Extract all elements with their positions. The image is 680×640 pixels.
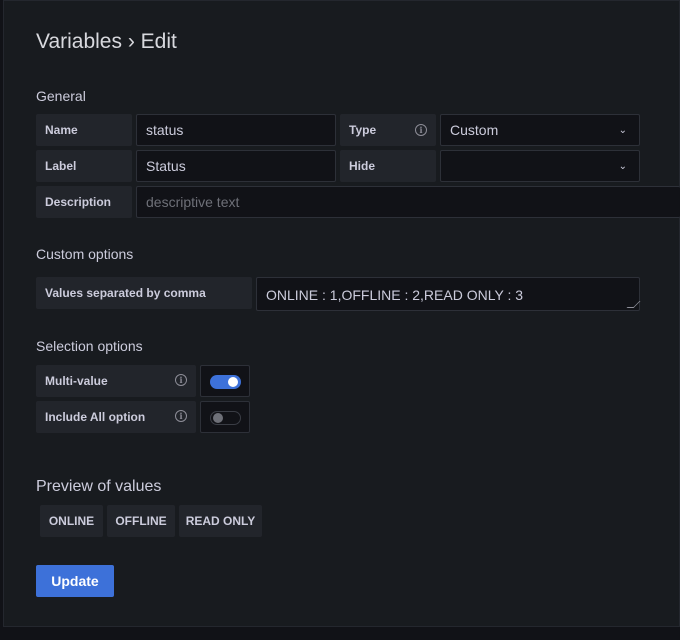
- chevron-down-icon: ⌄: [618, 124, 627, 136]
- values-label: Values separated by comma: [36, 277, 252, 309]
- type-select-value: Custom: [450, 122, 499, 138]
- variable-edit-panel: [3, 0, 680, 627]
- preview-chip: ONLINE: [40, 505, 103, 537]
- label-input[interactable]: Status: [136, 150, 336, 182]
- name-label: Name: [36, 114, 132, 146]
- include-all-toggle[interactable]: [210, 411, 241, 425]
- general-section-title: General: [36, 88, 86, 104]
- multi-value-label-text: Multi-value: [45, 374, 108, 388]
- toggle-knob: [228, 377, 238, 387]
- update-button[interactable]: Update: [36, 565, 114, 597]
- description-label: Description: [36, 186, 132, 218]
- type-select[interactable]: Custom ⌄: [440, 114, 640, 146]
- include-all-toggle-wrap: [200, 401, 250, 433]
- multi-value-label: Multi-value: [36, 365, 196, 397]
- resize-handle-icon[interactable]: [626, 301, 641, 308]
- info-circle-icon[interactable]: i: [415, 124, 427, 136]
- preview-chip: READ ONLY: [179, 505, 262, 537]
- multi-value-toggle[interactable]: [210, 375, 241, 389]
- multi-value-toggle-wrap: [200, 365, 250, 397]
- chevron-down-icon: ⌄: [618, 160, 627, 172]
- info-circle-icon[interactable]: i: [175, 374, 187, 386]
- values-text: ONLINE : 1,OFFLINE : 2,READ ONLY : 3: [266, 287, 524, 303]
- include-all-label-text: Include All option: [45, 410, 146, 424]
- custom-options-section-title: Custom options: [36, 246, 134, 262]
- toggle-knob: [213, 413, 223, 423]
- include-all-label: Include All option: [36, 401, 196, 433]
- description-input[interactable]: descriptive text: [136, 186, 680, 218]
- hide-label: Hide: [340, 150, 436, 182]
- hide-select[interactable]: ⌄: [440, 150, 640, 182]
- selection-options-section-title: Selection options: [36, 338, 143, 354]
- preview-chip: OFFLINE: [107, 505, 175, 537]
- name-input[interactable]: status: [136, 114, 336, 146]
- info-circle-icon[interactable]: i: [175, 410, 187, 422]
- preview-title: Preview of values: [36, 478, 162, 495]
- type-label-text: Type: [349, 123, 377, 137]
- label-label: Label: [36, 150, 132, 182]
- page-title: Variables › Edit: [36, 30, 177, 53]
- values-textarea[interactable]: ONLINE : 1,OFFLINE : 2,READ ONLY : 3: [256, 277, 641, 311]
